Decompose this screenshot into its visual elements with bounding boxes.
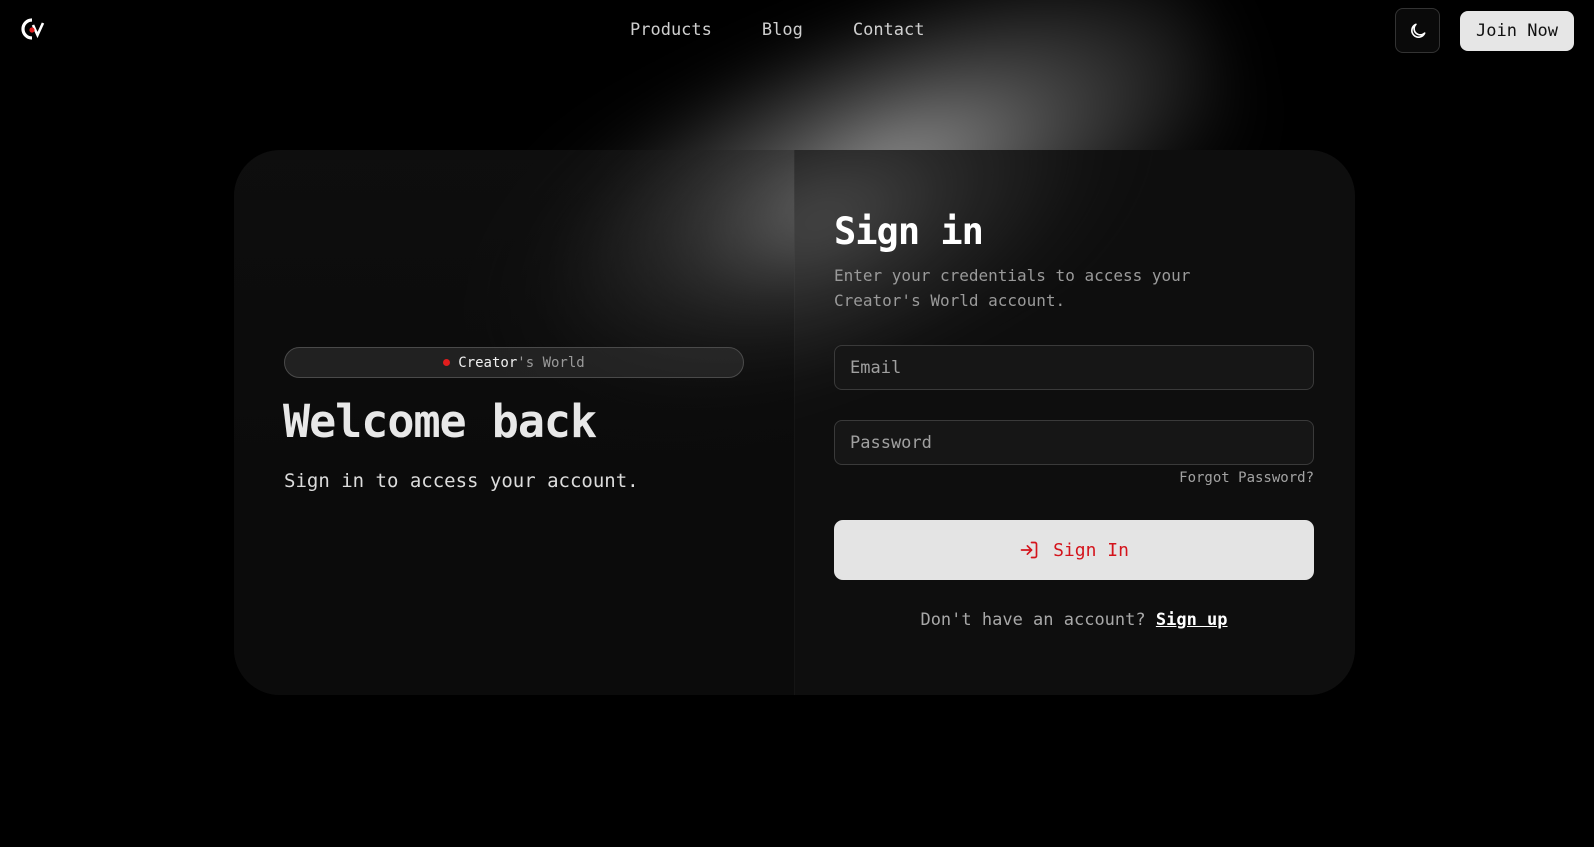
sign-up-link[interactable]: Sign up	[1156, 610, 1228, 630]
password-input[interactable]	[834, 420, 1314, 465]
join-now-button[interactable]: Join Now	[1460, 11, 1574, 51]
signup-prompt: Don't have an account? Sign up	[834, 610, 1314, 630]
brand-badge: Creator's World	[284, 347, 744, 378]
welcome-heading: Welcome back	[283, 395, 597, 448]
status-dot-icon	[443, 359, 451, 366]
log-in-icon	[1020, 541, 1038, 559]
creators-world-logo[interactable]	[18, 16, 48, 42]
signin-heading: Sign in	[834, 210, 984, 253]
top-header: Products Blog Contact Join Now	[0, 0, 1594, 62]
badge-label-part2: 's World	[517, 354, 585, 371]
badge-label: Creator's World	[458, 355, 584, 371]
welcome-subtitle: Sign in to access your account.	[284, 470, 639, 492]
main-nav: Products Blog Contact	[630, 20, 925, 40]
nav-products[interactable]: Products	[630, 20, 712, 40]
sign-in-label: Sign In	[1053, 539, 1129, 561]
theme-toggle-button[interactable]	[1395, 8, 1440, 53]
signin-description: Enter your credentials to access your Cr…	[834, 266, 1191, 310]
moon-icon	[1410, 23, 1425, 38]
badge-label-part1: Creator	[458, 354, 518, 371]
email-input[interactable]	[834, 345, 1314, 390]
signin-card: Creator's World Welcome back Sign in to …	[234, 150, 1355, 695]
forgot-password-link[interactable]: Forgot Password?	[1179, 470, 1314, 486]
nav-blog[interactable]: Blog	[762, 20, 803, 40]
nav-contact[interactable]: Contact	[853, 20, 925, 40]
no-account-text: Don't have an account?	[920, 610, 1146, 630]
sign-in-button[interactable]: Sign In	[834, 520, 1314, 580]
